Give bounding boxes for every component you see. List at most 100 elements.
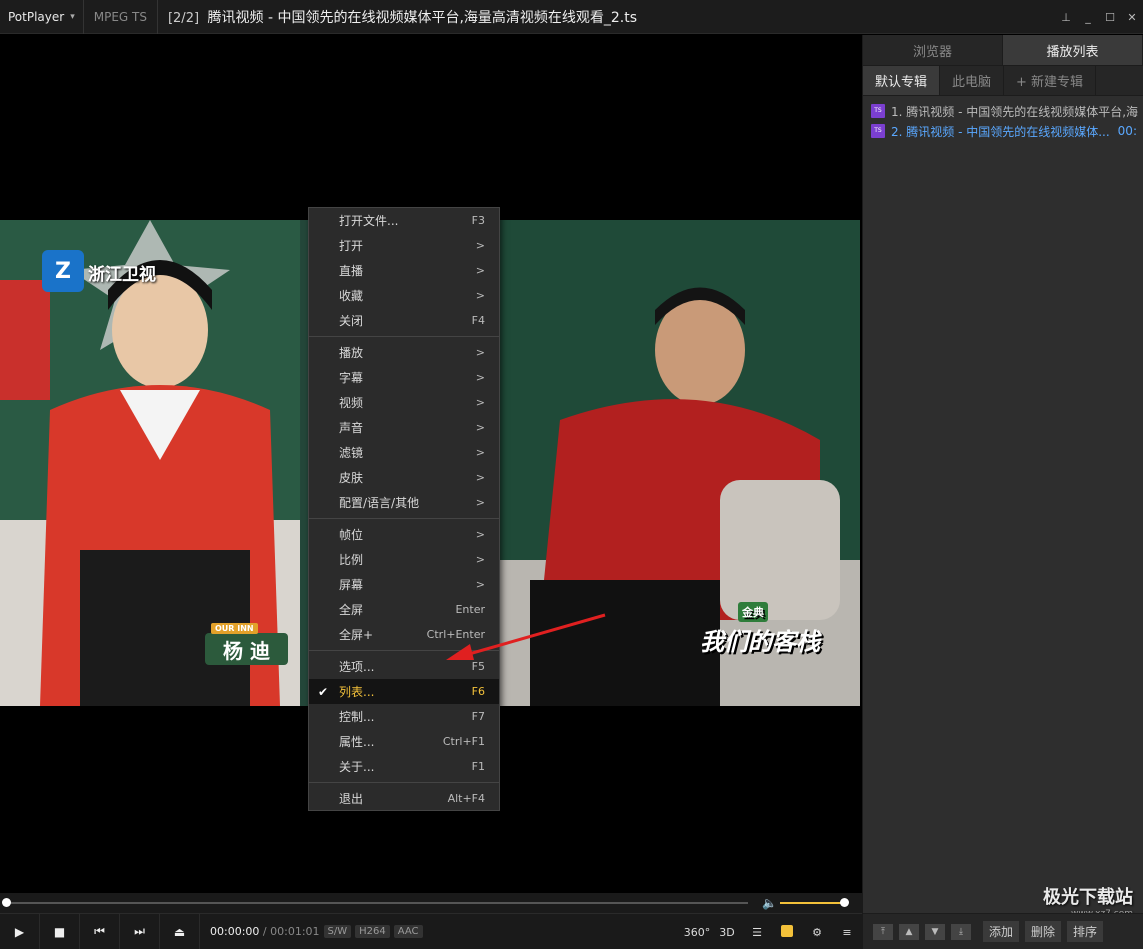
title-bar: PotPlayer ▾ MPEG TS [2/2] 腾讯视频 - 中国领先的在线… [0,0,1143,34]
audio-codec-badge[interactable]: AAC [393,925,423,938]
menu-item-video[interactable]: 视频 > [309,390,499,415]
menu-item-about[interactable]: 关于... F1 [309,754,499,779]
channel-logo-text: 浙江卫视 [88,265,156,285]
show-logo: 金典 我们的客栈 [700,602,820,657]
next-button[interactable]: ⏭ [120,913,160,949]
format-label: MPEG TS [84,0,158,34]
playlist-toolbar: ⤒ ▲ ▼ ⤓ 添加 删除 排序 [863,913,1143,949]
tab-browser[interactable]: 浏览器 [863,35,1003,65]
caption-tag: OUR INN [211,623,258,634]
seek-bar[interactable]: 🔈 [0,893,862,913]
show-logo-text: 我们的客栈 [700,628,820,656]
menu-item-open[interactable]: 打开 > [309,233,499,258]
name-caption: OUR INN 杨 迪 [205,623,288,665]
menu-item-config[interactable]: 配置/语言/其他 > [309,490,499,515]
menu-item-frame[interactable]: 帧位 > [309,522,499,547]
maximize-icon[interactable]: ☐ [1099,11,1121,24]
menu-item-screen[interactable]: 屏幕 > [309,572,499,597]
menu-item-ratio[interactable]: 比例 > [309,547,499,572]
context-menu: 打开文件... F3 打开 > 直播 > 收藏 > 关闭 F4 播放 > 字幕 > 视频 > 声… [308,207,500,811]
gear-icon[interactable]: ⚙ [802,926,832,939]
menu-item-favorites[interactable]: 收藏 > [309,283,499,308]
playlist-index: [2/2] [167,10,200,26]
menu-item-close[interactable]: 关闭 F4 [309,308,499,333]
playlist-panel: 浏览器 播放列表 默认专辑 此电脑 + 新建专辑 TS 1. 腾讯视频 - 中国… [862,35,1143,949]
file-name: 腾讯视频 - 中国领先的在线视频媒体平台,海量高清视频在线观看_2.ts [207,9,638,26]
time-separator: / [262,925,267,938]
playlist-toggle-button[interactable] [772,924,802,940]
menu-item-options[interactable]: 选项... F5 [309,654,499,679]
menu-separator [309,518,499,519]
play-button[interactable]: ▶ [0,913,40,949]
menu-item-live[interactable]: 直播 > [309,258,499,283]
eject-button[interactable]: ⏏ [160,913,200,949]
play-icon: ▶ [14,924,25,939]
menu-item-fullscreen[interactable]: 全屏 Enter [309,597,499,622]
video-codec-badge[interactable]: H264 [355,925,390,938]
menu-item-playback[interactable]: 播放 > [309,340,499,365]
vr360-button[interactable]: 360° [682,926,712,939]
menu-item-control[interactable]: 控制... F7 [309,704,499,729]
menu-item-playlist[interactable]: ✔ 列表... F6 [309,679,499,704]
menu-item-exit[interactable]: 退出 Alt+F4 [309,786,499,811]
list-item-title: 2. 腾讯视频 - 中国领先的在线视频媒体... [891,124,1110,139]
move-up-icon[interactable]: ▲ [899,923,919,940]
playlist: TS 1. 腾讯视频 - 中国领先的在线视频媒体平台,海 TS 2. 腾讯视频 … [863,96,1143,141]
3d-button[interactable]: 3D [712,926,742,939]
tab-playlist[interactable]: 播放列表 [1003,35,1143,65]
eject-icon: ⏏ [173,924,186,939]
add-button[interactable]: 添加 [983,921,1020,942]
caption-name: 杨 迪 [223,638,270,663]
menu-item-subtitles[interactable]: 字幕 > [309,365,499,390]
menu-item-fullscreen-plus[interactable]: 全屏+ Ctrl+Enter [309,622,499,647]
close-icon[interactable]: ✕ [1121,11,1143,24]
minimize-icon[interactable]: _ [1077,11,1099,24]
menu-icon[interactable]: ≡ [832,926,862,939]
new-album-button[interactable]: + 新建专辑 [1004,66,1097,95]
tab-this-pc[interactable]: 此电脑 [940,66,1005,95]
list-item-duration: 00: [1117,124,1137,138]
delete-button[interactable]: 删除 [1025,921,1062,942]
chevron-down-icon: ▾ [70,11,75,22]
menu-item-audio[interactable]: 声音 > [309,415,499,440]
tab-default-album[interactable]: 默认专辑 [863,66,941,95]
right-controls: 360° 3D ☰ ⚙ ≡ [682,914,862,949]
panel-tabs: 浏览器 播放列表 [863,35,1143,66]
menu-item-skins[interactable]: 皮肤 > [309,465,499,490]
volume-handle[interactable] [840,898,849,907]
seek-handle[interactable] [2,898,11,907]
stop-icon: ■ [53,924,66,939]
watermark-text: 极光下载站 [1043,887,1133,908]
sponsor-logo: 金典 [738,602,768,622]
menu-item-properties[interactable]: 属性... Ctrl+F1 [309,729,499,754]
seek-track[interactable] [6,902,748,904]
time-total: 00:01:01 [270,925,320,938]
move-top-icon[interactable]: ⤒ [873,923,893,940]
album-tabs: 默认专辑 此电脑 + 新建专辑 [863,66,1143,96]
playlist-active-icon [781,924,793,937]
sort-button[interactable]: 排序 [1067,921,1104,942]
file-title: [2/2] 腾讯视频 - 中国领先的在线视频媒体平台,海量高清视频在线观看_2.… [158,7,637,27]
menu-item-open-file[interactable]: 打开文件... F3 [309,208,499,233]
time-current: 00:00:00 [210,925,260,938]
previous-button[interactable]: ⏮ [80,913,120,949]
volume-icon[interactable]: 🔈 [762,896,777,910]
ts-file-icon: TS [871,104,885,118]
menu-item-filters[interactable]: 滤镜 > [309,440,499,465]
next-icon: ⏭ [134,924,145,938]
move-down-icon[interactable]: ▼ [925,923,945,940]
menu-separator [309,336,499,337]
list-item[interactable]: TS 1. 腾讯视频 - 中国领先的在线视频媒体平台,海 [863,101,1143,121]
decoder-badge[interactable]: S/W [323,925,352,938]
playlist-search-icon[interactable]: ☰ [742,926,772,939]
stop-button[interactable]: ■ [40,913,80,949]
app-menu-button[interactable]: PotPlayer ▾ [0,0,84,34]
volume-slider[interactable] [780,902,844,904]
channel-logo-icon: Z [42,250,84,292]
app-name: PotPlayer [8,9,65,24]
potplayer-window: PotPlayer ▾ MPEG TS [2/2] 腾讯视频 - 中国领先的在线… [0,0,1143,949]
list-item[interactable]: TS 2. 腾讯视频 - 中国领先的在线视频媒体... 00: [863,121,1143,141]
menu-separator [309,650,499,651]
pin-icon[interactable]: ⊥ [1055,11,1077,24]
move-bottom-icon[interactable]: ⤓ [951,923,971,940]
